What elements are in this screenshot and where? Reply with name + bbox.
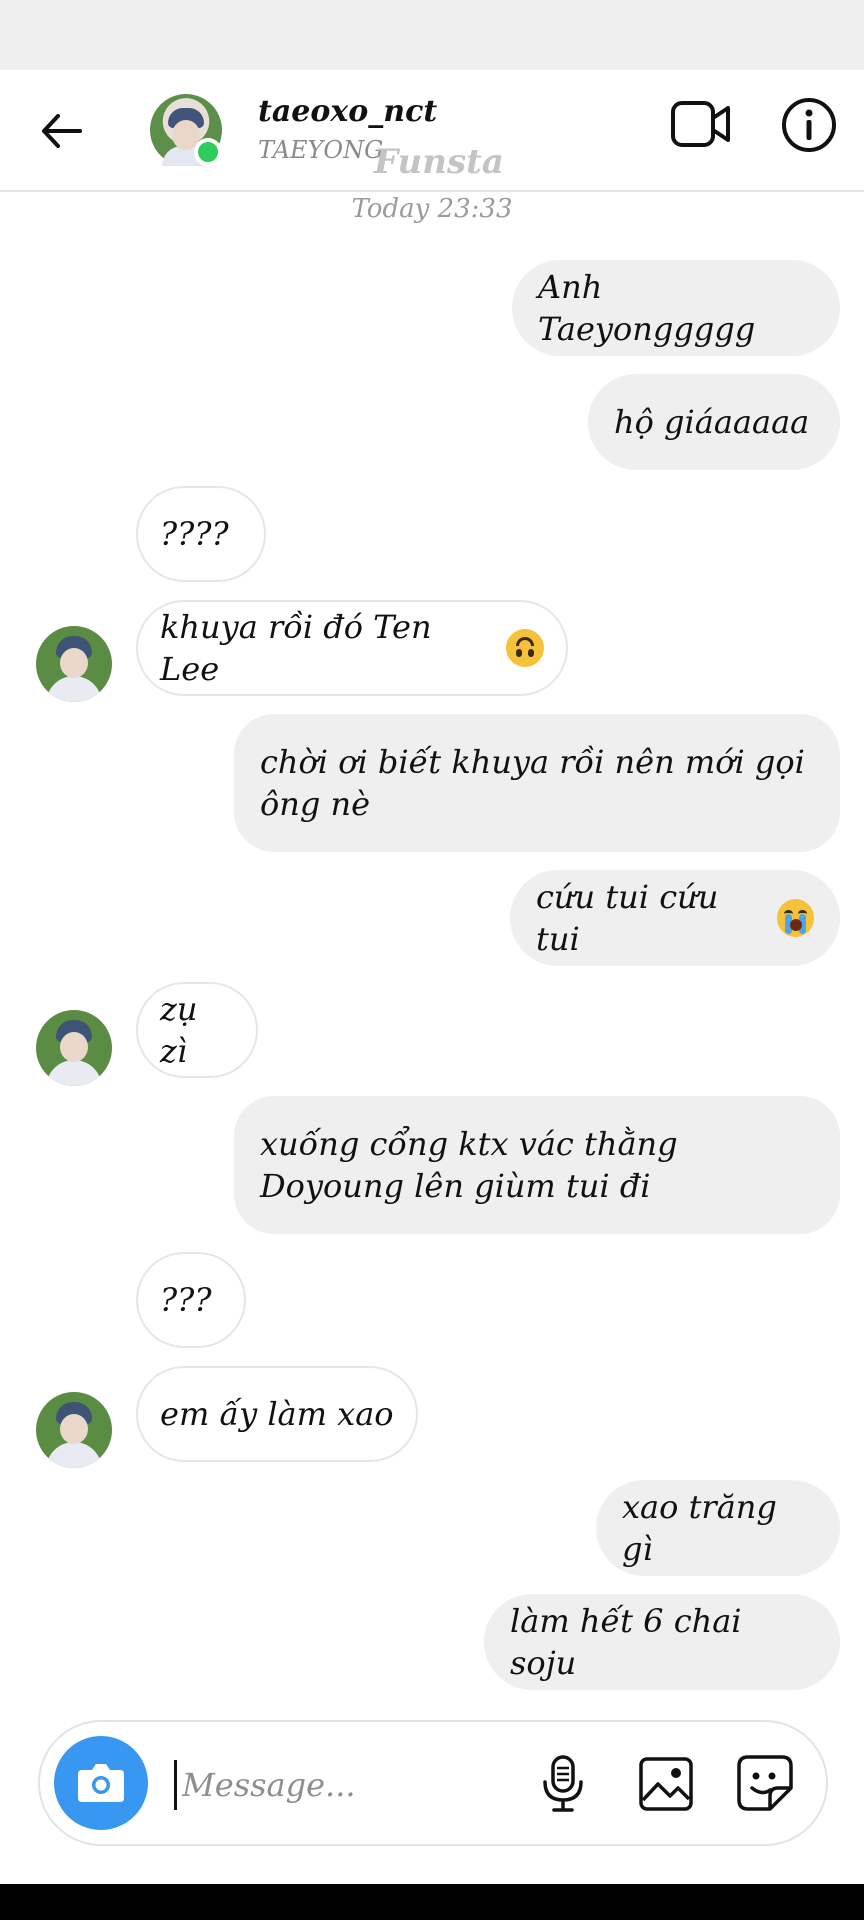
message-bubble-outgoing: hộ giáaaaaa — [588, 374, 840, 470]
message-text: chời ơi biết khuya rồi nên mới gọi ông n… — [260, 743, 816, 823]
chat-display-name: TAEYONG — [258, 136, 384, 164]
system-navigation-bar — [0, 1884, 864, 1920]
text-cursor — [174, 1760, 177, 1810]
message-text: làm hết 6 chai soju — [510, 1602, 752, 1682]
upside-down-face-emoji — [506, 629, 544, 667]
message-bubble-incoming: khuya rồi đó Ten Lee — [136, 600, 568, 696]
info-icon[interactable] — [780, 96, 838, 154]
chat-header: taeoxo_nct TAEYONG Funsta — [0, 70, 864, 192]
message-bubble-outgoing: chời ơi biết khuya rồi nên mới gọi ông n… — [234, 714, 840, 852]
chat-timestamp: Today 23:33 — [351, 194, 513, 224]
crying-face-emoji — [776, 899, 814, 937]
message-text: Anh Taeyonggggg — [538, 268, 756, 348]
message-text: xuống cổng ktx vác thằng Doyoung lên giù… — [260, 1125, 688, 1205]
message-bubble-outgoing: xao trăng gì — [596, 1480, 840, 1576]
message-text: khuya rồi đó Ten Lee — [160, 608, 442, 688]
message-text: ???? — [160, 515, 229, 553]
message-text: em ấy làm xao — [160, 1395, 394, 1433]
message-bubble-incoming: zụ zì — [136, 982, 258, 1078]
microphone-icon[interactable] — [540, 1754, 586, 1814]
chat-username[interactable]: taeoxo_nct — [258, 94, 437, 129]
sender-avatar[interactable] — [36, 1392, 112, 1468]
message-text: xao trăng gì — [622, 1488, 788, 1568]
video-call-icon[interactable] — [670, 98, 732, 150]
sender-avatar[interactable] — [36, 1010, 112, 1086]
message-text: cứu tui cứu tui — [536, 878, 729, 958]
watermark-text: Funsta — [374, 142, 504, 182]
status-bar — [0, 0, 864, 70]
sticker-icon[interactable] — [736, 1754, 794, 1812]
online-status-dot — [194, 138, 222, 166]
sender-avatar[interactable] — [36, 626, 112, 702]
message-bubble-outgoing: cứu tui cứu tui — [510, 870, 840, 966]
camera-icon — [78, 1764, 124, 1802]
message-text: hộ giáaaaaa — [614, 403, 810, 441]
message-bubble-incoming: ???? — [136, 486, 266, 582]
message-bubble-incoming: em ấy làm xao — [136, 1366, 418, 1462]
message-input[interactable] — [180, 1752, 484, 1818]
message-bubble-outgoing: làm hết 6 chai soju — [484, 1594, 840, 1690]
back-arrow-icon[interactable] — [36, 106, 86, 156]
message-bubble-outgoing: xuống cổng ktx vác thằng Doyoung lên giù… — [234, 1096, 840, 1234]
camera-button[interactable] — [54, 1736, 148, 1830]
gallery-icon[interactable] — [638, 1756, 694, 1812]
message-text: zụ zì — [160, 990, 208, 1070]
message-text: ??? — [160, 1281, 212, 1319]
message-composer — [38, 1720, 828, 1846]
message-bubble-incoming: ??? — [136, 1252, 246, 1348]
message-bubble-outgoing: Anh Taeyonggggg — [512, 260, 840, 356]
